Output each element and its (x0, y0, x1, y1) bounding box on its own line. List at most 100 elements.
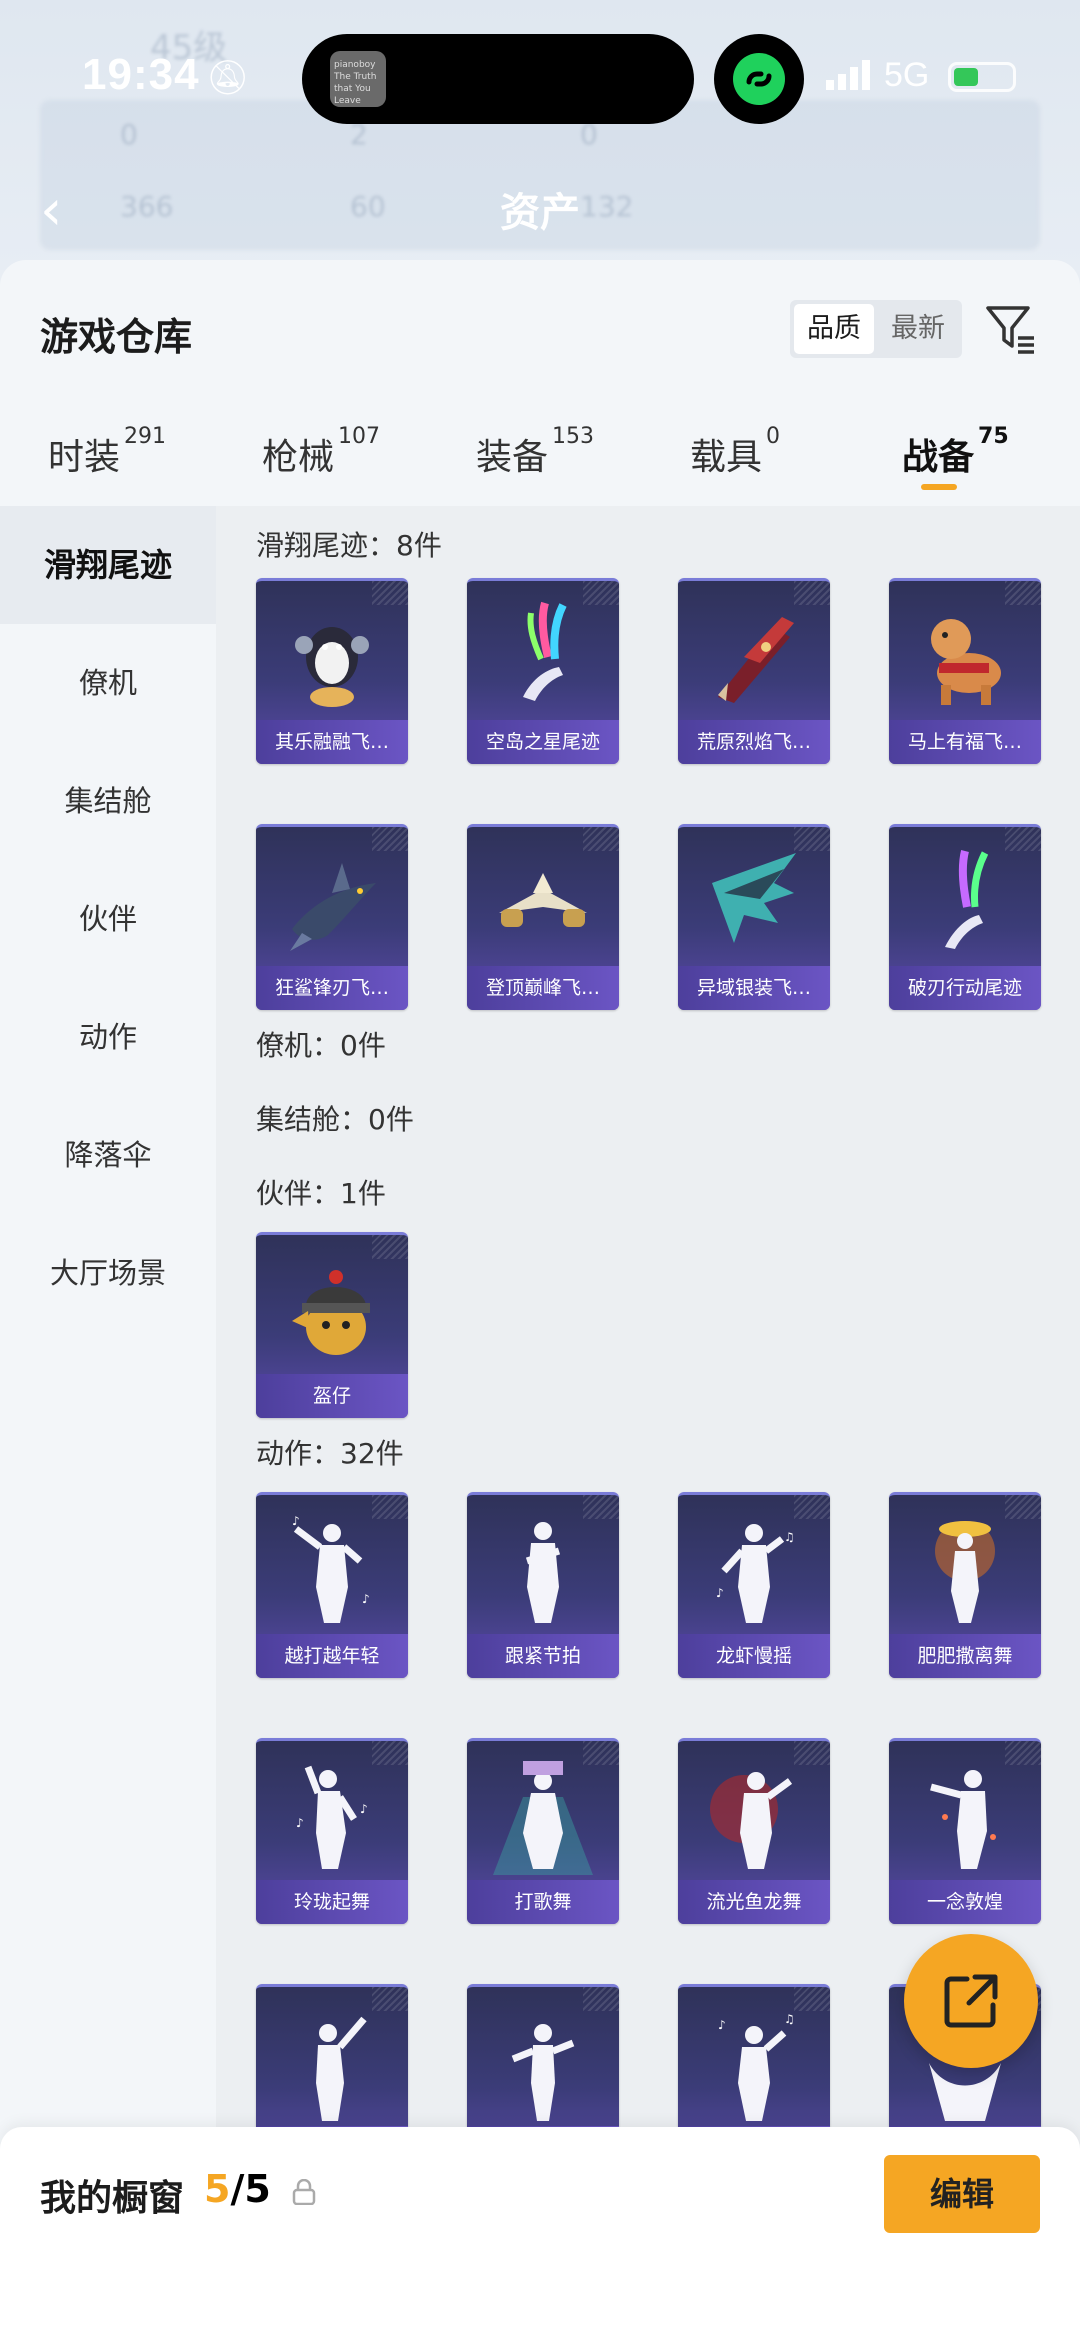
dancer-icon: ♪♪ (296, 1765, 368, 1869)
item-name: 空岛之星尾迹 (467, 720, 619, 764)
item-card[interactable]: ♪ ♪ 越打越年轻 (256, 1492, 408, 1678)
tab-battle-gear[interactable]: 战备75 (902, 424, 1009, 480)
item-card[interactable]: ♫ ♪ 龙虾慢摇 (678, 1492, 830, 1678)
back-arrow-icon[interactable]: ‹ (40, 178, 62, 243)
item-card[interactable]: 盔仔 (256, 1232, 408, 1418)
svg-text:♪: ♪ (716, 1586, 724, 1600)
item-name: 流光鱼龙舞 (678, 1880, 830, 1924)
item-name: 玲珑起舞 (256, 1880, 408, 1924)
dancer-icon (930, 1770, 996, 1869)
item-card[interactable]: 异域银装飞… (678, 824, 830, 1010)
sheet-title: 游戏仓库 (40, 315, 193, 359)
sidebar-item-emote[interactable]: 动作 (0, 978, 216, 1096)
sidebar-item-partner[interactable]: 伙伴 (0, 860, 216, 978)
background-title: 资产 (500, 190, 580, 236)
sort-toggle: 品质 最新 (790, 300, 962, 358)
item-name: 破刃行动尾迹 (889, 966, 1041, 1010)
sidebar-item-glide-trail[interactable]: 滑翔尾迹 (0, 506, 216, 624)
section-header-capsule: 集结舱：0件 (256, 1103, 414, 1136)
flame-wing-icon (718, 617, 794, 703)
background-stat: 366 (120, 190, 174, 223)
dancer-dragon-icon (710, 1772, 793, 1869)
item-card[interactable]: 流光鱼龙舞 (678, 1738, 830, 1924)
item-name: 盔仔 (256, 1374, 408, 1418)
section-header-glide-trail: 滑翔尾迹：8件 (256, 529, 442, 562)
item-name: 其乐融融飞… (256, 720, 408, 764)
item-card[interactable]: 跟紧节拍 (467, 1492, 619, 1678)
background-stat: 0 (120, 118, 138, 151)
sort-newest-button[interactable]: 最新 (878, 304, 958, 354)
sidebar-item-parachute[interactable]: 降落伞 (0, 1096, 216, 1214)
active-tab-indicator (921, 484, 957, 490)
item-name: 越打越年轻 (256, 1634, 408, 1678)
tab-equipment[interactable]: 装备153 (476, 424, 594, 480)
dancer-icon: ♪♪ (292, 1514, 370, 1623)
shark-icon (290, 863, 376, 951)
section-header-wingman: 僚机：0件 (256, 1029, 386, 1062)
item-card[interactable]: 肥肥撒离舞 (889, 1492, 1041, 1678)
background-stat: 132 (580, 190, 634, 223)
item-card[interactable]: ♪ ♪ 玲珑起舞 (256, 1738, 408, 1924)
category-tabs: 时装291 枪械107 装备153 载具0 战备75 (0, 410, 1080, 506)
dancer-icon (316, 2016, 367, 2121)
item-card[interactable]: 空岛之星尾迹 (467, 578, 619, 764)
item-card[interactable]: 一念敦煌 (889, 1738, 1041, 1924)
item-name: 跟紧节拍 (467, 1634, 619, 1678)
share-button[interactable] (904, 1934, 1038, 2068)
bell-muted-icon: 🔕︎ (206, 58, 250, 98)
dancer-icon (511, 2024, 575, 2121)
music-app-icon[interactable] (714, 34, 804, 124)
item-card[interactable]: 破刃行动尾迹 (889, 824, 1041, 1010)
tab-vehicles[interactable]: 载具0 (690, 424, 780, 480)
rainbow-trail-icon (523, 601, 567, 701)
item-name: 马上有福飞… (889, 720, 1041, 764)
lock-icon[interactable] (292, 2178, 316, 2209)
item-name: 肥肥撒离舞 (889, 1634, 1041, 1678)
dancer-burst-icon (935, 1521, 995, 1623)
signal-icon (826, 60, 876, 94)
penguin-icon (295, 627, 369, 707)
showcase-title: 我的橱窗 (40, 2178, 185, 2219)
category-sidebar: 滑翔尾迹 僚机 集结舱 伙伴 动作 降落伞 大厅场景 (0, 506, 216, 2347)
svg-text:♫: ♫ (784, 1530, 795, 1544)
status-time: 19:34 (82, 50, 200, 99)
showcase-count: 5/5 (204, 2167, 271, 2211)
external-link-icon (944, 1974, 998, 2028)
item-name: 打歌舞 (467, 1880, 619, 1924)
item-name: 荒原烈焰飞… (678, 720, 830, 764)
dragon-wing-icon (712, 853, 796, 943)
horse-toy-icon (931, 619, 1001, 705)
dynamic-island[interactable]: pianoboy The Truth that You Leave (302, 34, 694, 124)
tab-guns[interactable]: 枪械107 (262, 424, 380, 480)
svg-text:♪: ♪ (292, 1514, 300, 1528)
item-name: 登顶巅峰飞… (467, 966, 619, 1010)
item-card[interactable]: 登顶巅峰飞… (467, 824, 619, 1010)
sidebar-item-lobby-scene[interactable]: 大厅场景 (0, 1214, 216, 1332)
filter-icon[interactable] (982, 300, 1038, 360)
dancer-icon: ♪ ♫ (718, 2012, 795, 2121)
sort-quality-button[interactable]: 品质 (794, 304, 874, 354)
jet-wing-icon (499, 873, 587, 927)
sidebar-item-capsule[interactable]: 集结舱 (0, 742, 216, 860)
item-card[interactable]: 其乐融融飞… (256, 578, 408, 764)
section-header-emote: 动作：32件 (256, 1437, 404, 1470)
edit-button[interactable]: 编辑 (884, 2155, 1040, 2233)
item-grid-area: 滑翔尾迹：8件 其乐融融飞… 空岛之星尾迹 荒原烈焰飞… 马上有福飞… 狂鲨锋刃… (216, 506, 1080, 2347)
sidebar-item-wingman[interactable]: 僚机 (0, 624, 216, 742)
item-card[interactable]: 马上有福飞… (889, 578, 1041, 764)
item-name: 一念敦煌 (889, 1880, 1041, 1924)
svg-text:♪: ♪ (362, 1592, 370, 1606)
album-art: pianoboy The Truth that You Leave (330, 51, 386, 107)
item-name: 龙虾慢摇 (678, 1634, 830, 1678)
dancer-icon: ♫♪ (716, 1524, 795, 1623)
item-card[interactable]: 打歌舞 (467, 1738, 619, 1924)
item-name: 狂鲨锋刃飞… (256, 966, 408, 1010)
dancer-stage-icon (493, 1761, 593, 1875)
section-header-partner: 伙伴：1件 (256, 1177, 386, 1210)
tab-fashion[interactable]: 时装291 (48, 424, 166, 480)
battery-icon (948, 62, 1016, 92)
item-card[interactable]: 狂鲨锋刃飞… (256, 824, 408, 1010)
item-card[interactable]: 荒原烈焰飞… (678, 578, 830, 764)
svg-text:♫: ♫ (784, 2012, 795, 2026)
showcase-bar: 我的橱窗 5/5 编辑 (0, 2127, 1080, 2347)
